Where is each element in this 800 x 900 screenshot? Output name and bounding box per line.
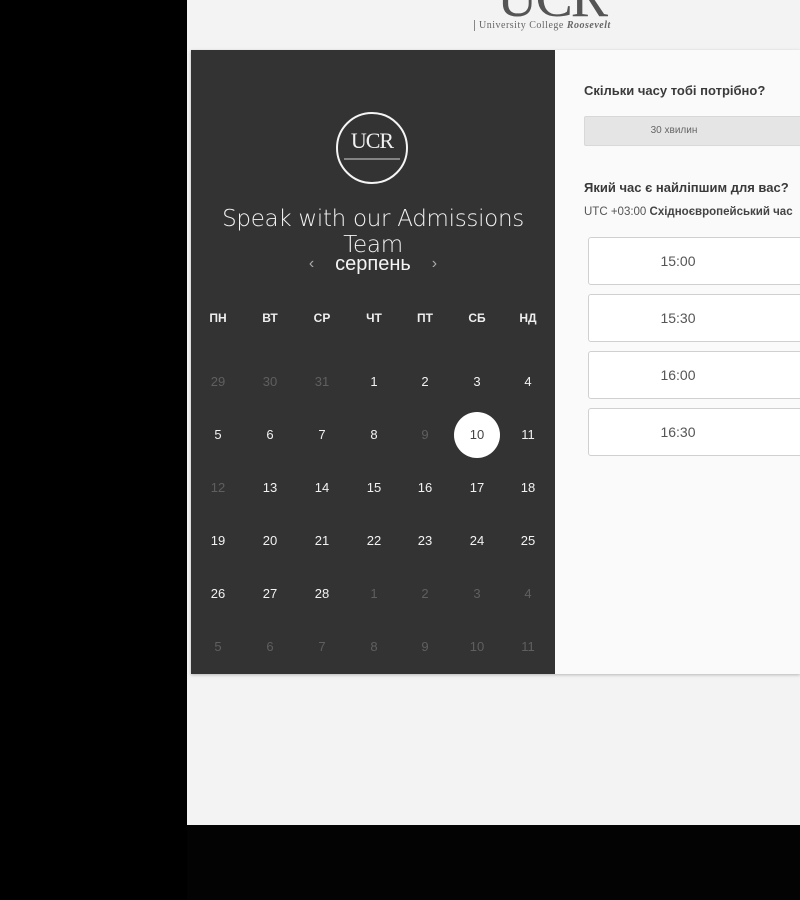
calendar-day: 3 bbox=[473, 586, 481, 601]
calendar-day[interactable]: 23 bbox=[402, 518, 448, 564]
weekday-label: ПН bbox=[209, 311, 227, 325]
next-month-icon[interactable]: › bbox=[424, 255, 444, 273]
calendar-day: 12 bbox=[210, 480, 226, 495]
calendar-day[interactable]: 13 bbox=[247, 465, 293, 511]
weekday-label: ПТ bbox=[417, 311, 433, 325]
calendar-day: 2 bbox=[421, 586, 429, 601]
month-label: серпень bbox=[335, 253, 411, 275]
calendar-day: 4 bbox=[524, 586, 532, 601]
calendar-day[interactable]: 22 bbox=[351, 518, 397, 564]
calendar-day: 29 bbox=[210, 374, 226, 389]
calendar-logo-underline bbox=[344, 158, 400, 160]
calendar-day[interactable]: 14 bbox=[299, 465, 345, 511]
header-logo-subtitle: University College Roosevelt bbox=[474, 20, 611, 31]
calendar-day-selected[interactable]: 10 bbox=[454, 412, 500, 458]
header-logo: UCR University College Roosevelt bbox=[469, 0, 639, 36]
calendar-day[interactable]: 5 bbox=[195, 412, 241, 458]
time-slot-button[interactable]: 15:00 bbox=[588, 237, 800, 285]
calendar-day[interactable]: 25 bbox=[505, 518, 551, 564]
calendar-title: Speak with our Admissions Team bbox=[222, 206, 524, 258]
weekday-label: СБ bbox=[468, 311, 486, 325]
calendar-panel: UCR Speak with our Admissions Team ‹ сер… bbox=[191, 50, 555, 674]
calendar-day[interactable]: 3 bbox=[454, 359, 500, 405]
duration-button[interactable]: 30 хвилин bbox=[584, 116, 800, 146]
calendar-day[interactable]: 7 bbox=[299, 412, 345, 458]
calendar-week-row: 19 20 21 22 23 24 25 bbox=[191, 521, 555, 561]
calendar-day[interactable]: 21 bbox=[299, 518, 345, 564]
calendar-day: 31 bbox=[314, 374, 330, 389]
calendar-logo-text: UCR bbox=[350, 128, 394, 153]
time-question: Який час є найліпшим для вас? bbox=[584, 180, 789, 195]
timezone-offset: UTC +03:00 bbox=[584, 206, 647, 218]
calendar-day: 30 bbox=[262, 374, 278, 389]
page-background: UCR University College Roosevelt UCR Spe… bbox=[187, 0, 800, 825]
time-slot-button[interactable]: 16:30 bbox=[588, 408, 800, 456]
month-navigation: ‹ серпень › bbox=[191, 253, 555, 276]
calendar-day: 9 bbox=[421, 639, 429, 654]
calendar-week-row: 12 13 14 15 16 17 18 bbox=[191, 468, 555, 508]
calendar-day: 6 bbox=[266, 639, 274, 654]
calendar-day[interactable]: 26 bbox=[195, 571, 241, 617]
weekday-label: ВТ bbox=[262, 311, 278, 325]
calendar-week-row: 26 27 28 1 2 3 4 bbox=[191, 574, 555, 614]
weekday-label: СР bbox=[313, 311, 331, 325]
time-panel: Скільки часу тобі потрібно? 30 хвилин Як… bbox=[555, 50, 800, 674]
weekday-label: НД bbox=[519, 311, 537, 325]
calendar-day[interactable]: 20 bbox=[247, 518, 293, 564]
prev-month-icon[interactable]: ‹ bbox=[302, 255, 322, 273]
calendar-day[interactable]: 15 bbox=[351, 465, 397, 511]
calendar-week-row: 5 6 7 8 9 10 11 bbox=[191, 412, 555, 458]
calendar-day[interactable]: 11 bbox=[505, 412, 551, 458]
calendar-day[interactable]: 17 bbox=[454, 465, 500, 511]
time-slot-button[interactable]: 16:00 bbox=[588, 351, 800, 399]
timezone-label[interactable]: UTC +03:00 Східноєвропейський час bbox=[584, 206, 793, 218]
calendar-day[interactable]: 6 bbox=[247, 412, 293, 458]
calendar-day[interactable]: 19 bbox=[195, 518, 241, 564]
calendar-day: 10 bbox=[469, 639, 485, 654]
timezone-name: Східноєвропейський час bbox=[649, 206, 793, 218]
calendar-day[interactable]: 8 bbox=[351, 412, 397, 458]
time-slot-button[interactable]: 15:30 bbox=[588, 294, 800, 342]
calendar-day[interactable]: 4 bbox=[505, 359, 551, 405]
calendar-logo: UCR bbox=[336, 112, 408, 184]
calendar-day[interactable]: 24 bbox=[454, 518, 500, 564]
calendar-day: 5 bbox=[214, 639, 222, 654]
weekday-label: ЧТ bbox=[366, 311, 382, 325]
booking-widget: UCR Speak with our Admissions Team ‹ сер… bbox=[191, 50, 800, 674]
calendar-day: 8 bbox=[370, 639, 378, 654]
calendar-day: 1 bbox=[370, 586, 378, 601]
bottom-bar bbox=[187, 825, 800, 900]
calendar-day[interactable]: 27 bbox=[247, 571, 293, 617]
calendar-day[interactable]: 18 bbox=[505, 465, 551, 511]
calendar-day: 11 bbox=[521, 639, 535, 654]
calendar-day: 7 bbox=[318, 639, 326, 654]
calendar-week-row: 5 6 7 8 9 10 11 bbox=[191, 627, 555, 667]
calendar-week-row: 29 30 31 1 2 3 4 bbox=[191, 362, 555, 402]
duration-question: Скільки часу тобі потрібно? bbox=[584, 83, 766, 98]
calendar-day: 9 bbox=[421, 427, 429, 442]
calendar-day[interactable]: 1 bbox=[351, 359, 397, 405]
calendar-day[interactable]: 16 bbox=[402, 465, 448, 511]
weekday-header: ПН ВТ СР ЧТ ПТ СБ НД bbox=[191, 298, 555, 338]
calendar-day[interactable]: 28 bbox=[299, 571, 345, 617]
calendar-day[interactable]: 2 bbox=[402, 359, 448, 405]
